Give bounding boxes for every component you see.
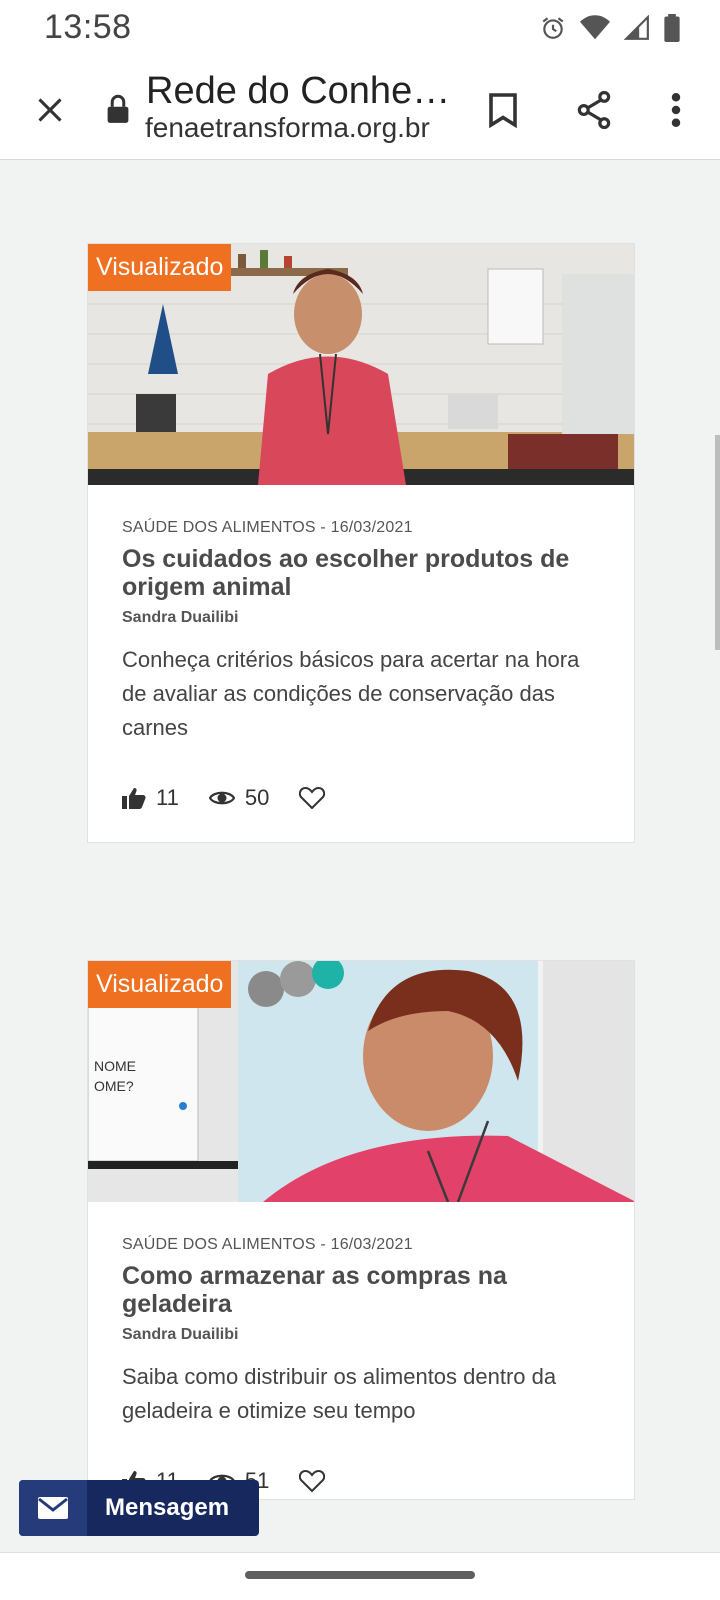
message-label: Mensagem: [105, 1494, 230, 1521]
mail-icon: [19, 1480, 87, 1536]
article-card[interactable]: Visualizado SAÚDE DOS ALIMENTOS - 16/03/…: [87, 243, 635, 843]
signal-icon: [624, 15, 649, 40]
eye-icon: [208, 791, 235, 805]
article-title[interactable]: Como armazenar as compras na geladeira: [122, 1262, 600, 1318]
viewed-badge: Visualizado: [88, 244, 232, 291]
status-time: 13:58: [44, 8, 132, 46]
page-url[interactable]: fenaetransforma.org.br: [145, 112, 430, 144]
article-thumbnail[interactable]: Visualizado: [88, 244, 634, 485]
more-button[interactable]: [650, 84, 702, 136]
card-body: SAÚDE DOS ALIMENTOS - 16/03/2021 Os cuid…: [88, 485, 634, 811]
bookmark-icon: [489, 93, 517, 128]
page-title: Rede do Conhe…: [146, 70, 446, 112]
svg-text:OME?: OME?: [94, 1078, 134, 1094]
article-description: Conheça critérios básicos para acertar n…: [122, 647, 580, 740]
navigation-bar: [0, 1552, 720, 1600]
article-author: Sandra Duailibi: [122, 1326, 239, 1343]
home-gesture-bar[interactable]: [245, 1571, 475, 1579]
article-card[interactable]: NOME OME? Visualizado SAÚDE DOS ALIMENTO…: [87, 960, 635, 1500]
alarm-icon: [542, 17, 564, 39]
scrollbar-thumb[interactable]: [715, 435, 720, 650]
bookmark-button[interactable]: [477, 84, 529, 136]
article-description: Saiba como distribuir os alimentos dentr…: [122, 1364, 557, 1423]
heart-icon[interactable]: [299, 787, 326, 809]
likes-count: 11: [156, 785, 179, 810]
wifi-icon: [580, 15, 610, 40]
article-author: Sandra Duailibi: [122, 609, 239, 626]
more-vert-icon: [671, 93, 681, 127]
viewed-badge: Visualizado: [88, 961, 232, 1008]
article-title[interactable]: Os cuidados ao escolher produtos de orig…: [122, 545, 600, 601]
heart-icon[interactable]: [299, 1470, 326, 1492]
close-icon: [38, 98, 62, 122]
share-button[interactable]: [568, 84, 620, 136]
article-thumbnail[interactable]: NOME OME? Visualizado: [88, 961, 634, 1202]
lock-icon: [106, 94, 130, 129]
article-meta: SAÚDE DOS ALIMENTOS - 16/03/2021: [122, 1236, 413, 1253]
article-stats: 11 50: [122, 785, 600, 811]
thumbs-up-icon[interactable]: [122, 787, 146, 809]
share-icon: [577, 91, 611, 129]
battery-icon: [664, 14, 680, 42]
message-button[interactable]: Mensagem: [19, 1480, 259, 1536]
status-bar: 13:58: [0, 0, 720, 60]
status-icons: [540, 14, 680, 42]
article-meta: SAÚDE DOS ALIMENTOS - 16/03/2021: [122, 519, 413, 536]
browser-toolbar: Rede do Conhe… fenaetransforma.org.br: [0, 60, 720, 160]
views-count: 50: [244, 785, 270, 810]
svg-text:NOME: NOME: [94, 1058, 136, 1074]
close-button[interactable]: [26, 86, 74, 134]
card-body: SAÚDE DOS ALIMENTOS - 16/03/2021 Como ar…: [88, 1202, 634, 1494]
